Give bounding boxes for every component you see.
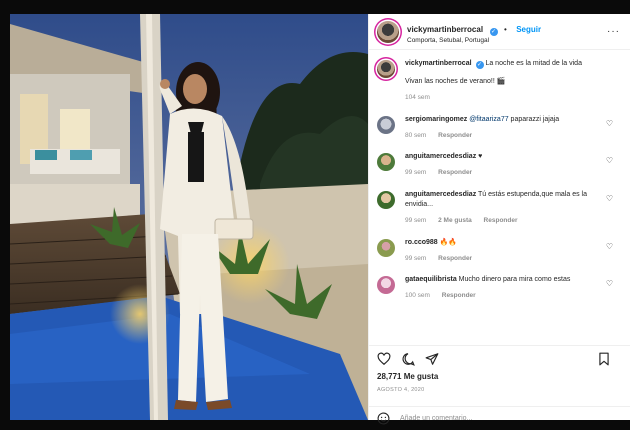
share-icon[interactable] bbox=[425, 352, 439, 366]
comment-text: Mucho dinero para mira como estas bbox=[456, 276, 571, 284]
comments-list[interactable]: vickymartinberrocal ✓ La noche es la mit… bbox=[369, 51, 630, 341]
reply-button[interactable]: Responder bbox=[438, 132, 472, 139]
comment-likes[interactable]: 2 Me gusta bbox=[438, 217, 472, 224]
commenter-avatar[interactable] bbox=[377, 190, 395, 209]
comment-input[interactable]: Añade un comentario... bbox=[400, 415, 472, 422]
commenter-avatar[interactable] bbox=[377, 115, 395, 134]
caption-text: La noche es la mitad de la vida bbox=[485, 60, 582, 67]
comment-age: 99 sem bbox=[405, 254, 427, 262]
emoji-icon[interactable] bbox=[377, 412, 390, 425]
post-date: AGOSTO 4, 2020 bbox=[377, 387, 425, 393]
commenter-username[interactable]: gataequilibrista bbox=[405, 276, 457, 283]
post-location[interactable]: Comporta, Setubal, Portugal bbox=[407, 37, 541, 45]
verified-badge-icon: ✓ bbox=[475, 61, 484, 69]
comment-text: ♥ bbox=[476, 153, 483, 161]
comment-like-heart-icon[interactable]: ♡ bbox=[606, 119, 613, 128]
post-header: vickymartinberrocal ✓ • Seguir Comporta,… bbox=[369, 14, 630, 50]
caption-line2: Vivan las noches de verano!! 🎬 bbox=[405, 78, 506, 86]
post-photo[interactable] bbox=[10, 14, 368, 420]
commenter-username[interactable]: ro.cco988 bbox=[405, 239, 438, 246]
commenter-username[interactable]: sergiomaringomez bbox=[405, 116, 467, 123]
more-options-icon[interactable]: ··· bbox=[607, 26, 620, 37]
comment-like-heart-icon[interactable]: ♡ bbox=[606, 279, 613, 288]
follow-button[interactable]: Seguir bbox=[516, 25, 541, 34]
bookmark-icon[interactable] bbox=[597, 352, 611, 366]
comment-meta: 100 sem Responder bbox=[405, 291, 570, 300]
commenter-username[interactable]: anguitamercedesdiaz bbox=[405, 153, 476, 160]
author-meta: vickymartinberrocal ✓ • Seguir Comporta,… bbox=[407, 18, 541, 45]
comment-meta: 80 sem Responder bbox=[405, 131, 559, 140]
author-username[interactable]: vickymartinberrocal bbox=[407, 25, 483, 34]
post-side-panel: vickymartinberrocal ✓ • Seguir Comporta,… bbox=[368, 14, 630, 425]
post-actions bbox=[369, 345, 630, 369]
caption-body: vickymartinberrocal ✓ La noche es la mit… bbox=[405, 59, 582, 103]
comment-meta: 99 sem 2 Me gusta Responder bbox=[405, 216, 605, 225]
likes-count[interactable]: 28,771 Me gusta bbox=[377, 372, 438, 381]
reply-button[interactable]: Responder bbox=[442, 292, 476, 299]
photo-scene bbox=[10, 14, 368, 420]
add-comment-row: Añade un comentario... bbox=[369, 406, 630, 430]
reply-button[interactable]: Responder bbox=[438, 169, 472, 176]
comment-item: gataequilibrista Mucho dinero para mira … bbox=[377, 275, 623, 301]
caption-meta: 104 sem bbox=[405, 93, 582, 102]
comment-item: anguitamercedesdiaz ♥ 99 sem Responder ♡ bbox=[377, 152, 623, 178]
comment-item: anguitamercedesdiaz Tú estás estupenda,q… bbox=[377, 190, 623, 226]
commenter-avatar[interactable] bbox=[377, 153, 395, 172]
comment-body: anguitamercedesdiaz Tú estás estupenda,q… bbox=[405, 190, 605, 226]
comment-age: 80 sem bbox=[405, 131, 427, 139]
post-modal: vickymartinberrocal ✓ • Seguir Comporta,… bbox=[10, 14, 630, 425]
comment-item: sergiomaringomez @fitaariza77 paparazzi … bbox=[377, 115, 623, 141]
comment-body: gataequilibrista Mucho dinero para mira … bbox=[405, 275, 570, 301]
comment-icon[interactable] bbox=[401, 352, 415, 366]
author-avatar[interactable] bbox=[377, 20, 399, 43]
comment-like-heart-icon[interactable]: ♡ bbox=[606, 242, 613, 251]
comment-meta: 99 sem Responder bbox=[405, 168, 482, 177]
commenter-username[interactable]: anguitamercedesdiaz bbox=[405, 191, 476, 198]
commenter-avatar[interactable] bbox=[377, 238, 395, 257]
verified-badge-icon: ✓ bbox=[489, 28, 498, 36]
reply-button[interactable]: Responder bbox=[438, 255, 472, 262]
comment-like-heart-icon[interactable]: ♡ bbox=[606, 194, 613, 203]
comment-text: paparazzi jajaja bbox=[508, 115, 560, 123]
caption: vickymartinberrocal ✓ La noche es la mit… bbox=[377, 59, 623, 103]
reply-button[interactable]: Responder bbox=[484, 217, 518, 224]
comment-age: 99 sem bbox=[405, 169, 427, 177]
comment-mention[interactable]: @fitaariza77 bbox=[469, 116, 508, 123]
heart-icon[interactable] bbox=[377, 352, 391, 366]
comment-body: ro.cco988 🔥🔥 99 sem Responder bbox=[405, 238, 482, 264]
separator-dot: • bbox=[503, 25, 507, 34]
caption-username[interactable]: vickymartinberrocal bbox=[405, 60, 472, 67]
comment-age: 100 sem bbox=[405, 292, 430, 300]
comment-body: sergiomaringomez @fitaariza77 paparazzi … bbox=[405, 115, 559, 141]
comment-text: 🔥🔥 bbox=[437, 238, 458, 246]
comment-meta: 99 sem Responder bbox=[405, 254, 482, 263]
caption-avatar[interactable] bbox=[377, 60, 395, 78]
comment-age: 99 sem bbox=[405, 217, 427, 225]
caption-age: 104 sem bbox=[405, 94, 430, 102]
comment-like-heart-icon[interactable]: ♡ bbox=[606, 156, 613, 165]
comment-body: anguitamercedesdiaz ♥ 99 sem Responder bbox=[405, 152, 482, 178]
commenter-avatar[interactable] bbox=[377, 276, 395, 295]
comment-item: ro.cco988 🔥🔥 99 sem Responder ♡ bbox=[377, 238, 623, 264]
